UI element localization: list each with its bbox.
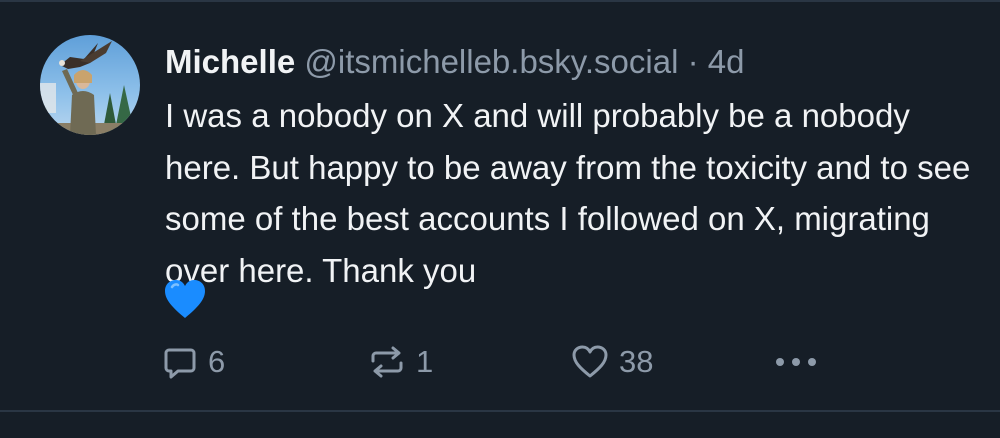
- like-icon: [571, 344, 609, 380]
- author-handle[interactable]: @itsmichelleb.bsky.social: [304, 43, 678, 80]
- avatar[interactable]: [40, 35, 140, 135]
- repost-icon: [368, 344, 406, 380]
- reply-count: 6: [208, 344, 226, 379]
- reply-button[interactable]: 6: [162, 337, 225, 387]
- author-display-name[interactable]: Michelle: [165, 43, 295, 80]
- post-actions: 6 1 38: [0, 337, 1000, 387]
- blue-heart-emoji-icon: [163, 278, 209, 322]
- like-count: 38: [619, 344, 654, 379]
- post-header: Michelle @itsmichelleb.bsky.social · 4d: [165, 40, 744, 84]
- bottom-divider: [0, 410, 1000, 412]
- meta-separator: ·: [687, 43, 699, 80]
- post-timestamp[interactable]: 4d: [708, 43, 745, 80]
- like-button[interactable]: 38: [571, 337, 653, 387]
- reply-icon: [162, 344, 198, 380]
- more-options-button[interactable]: [774, 337, 818, 387]
- repost-count: 1: [416, 344, 434, 379]
- repost-button[interactable]: 1: [368, 337, 433, 387]
- post-card[interactable]: Michelle @itsmichelleb.bsky.social · 4d …: [0, 2, 1000, 410]
- post-text: I was a nobody on X and will probably be…: [165, 97, 971, 289]
- more-options-icon: [774, 356, 818, 368]
